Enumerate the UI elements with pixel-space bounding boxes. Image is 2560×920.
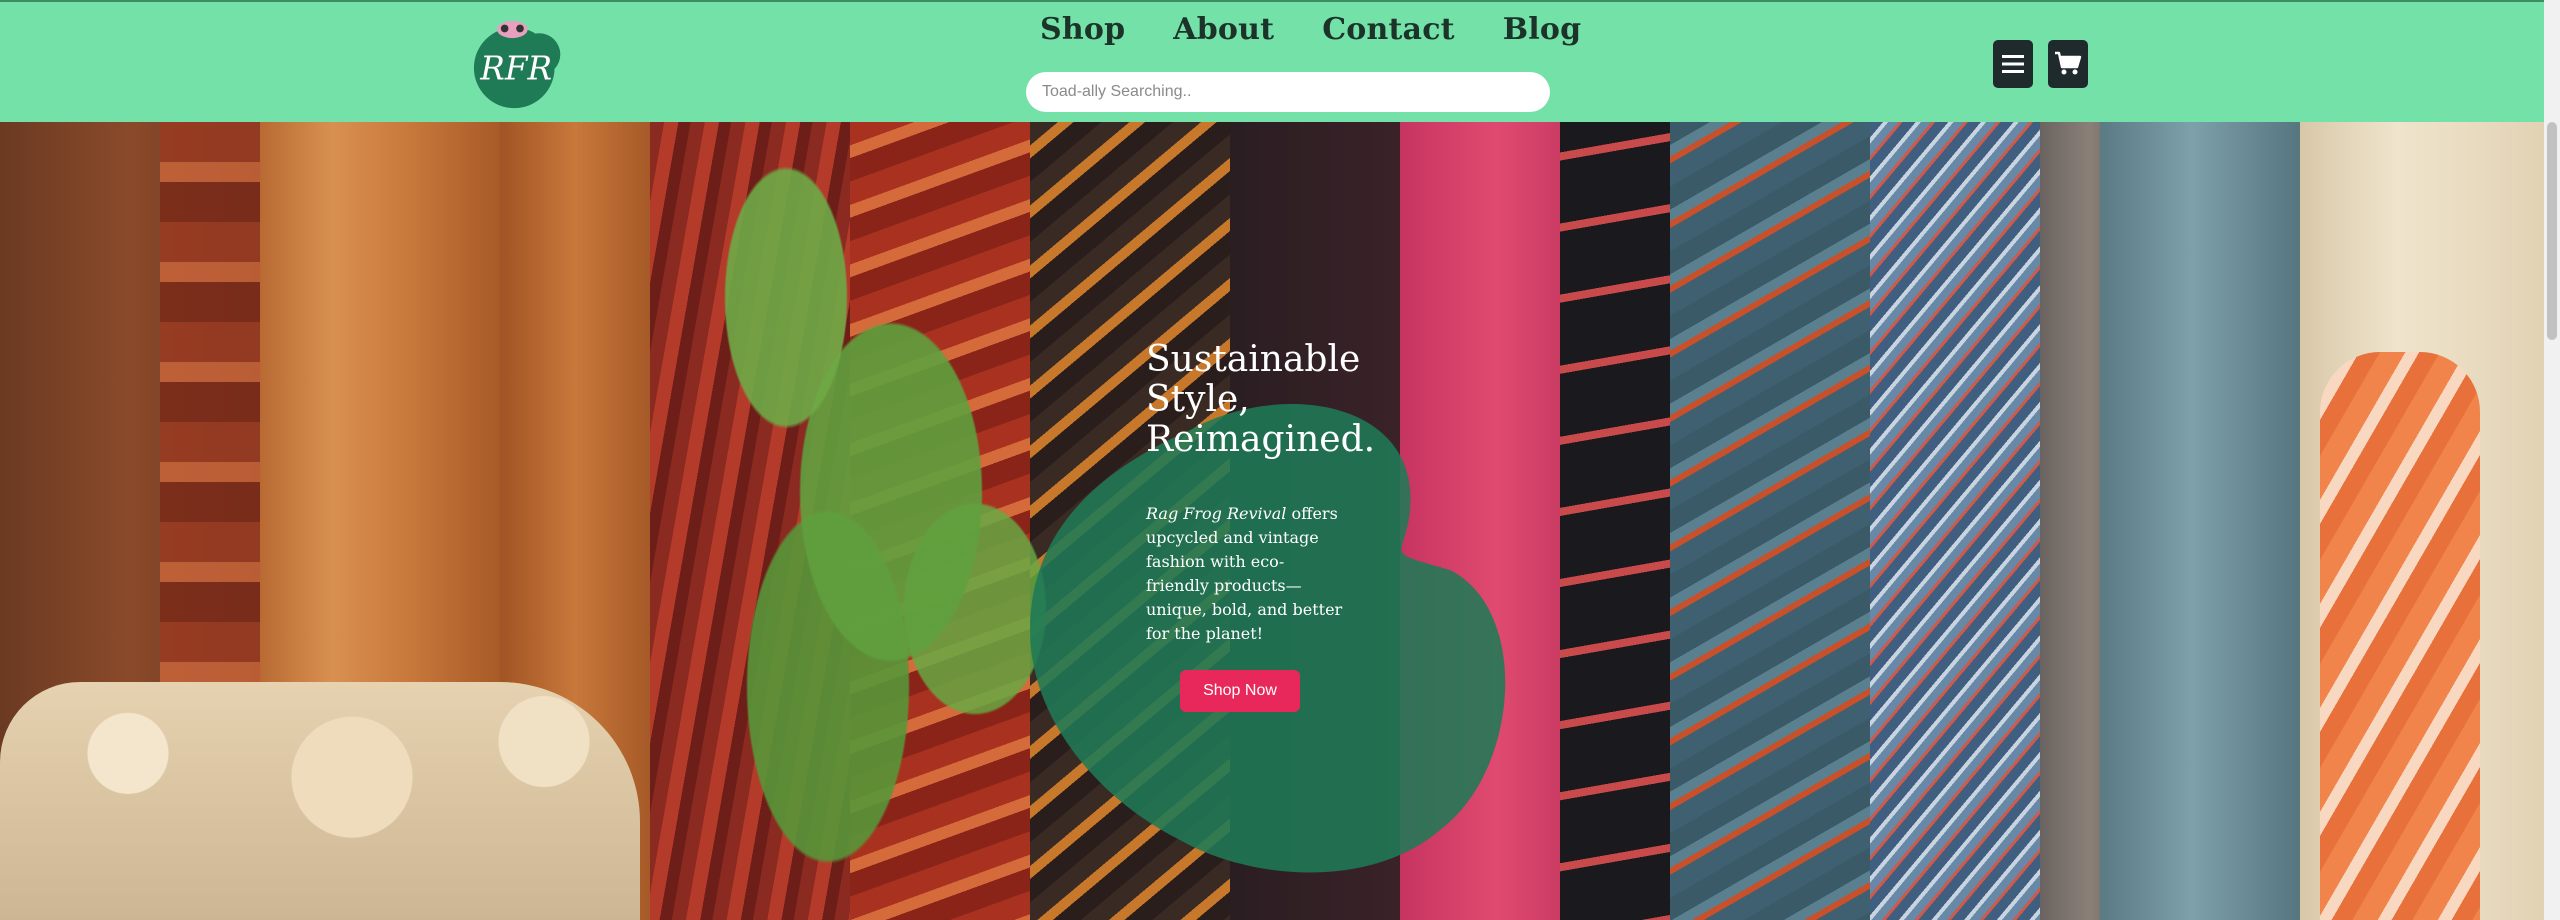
- scrollbar-thumb[interactable]: [2547, 122, 2557, 340]
- search-input[interactable]: [1026, 72, 1550, 112]
- page-scrollbar[interactable]: [2544, 0, 2560, 920]
- hero-description: Rag Frog Revival offers upcycled and vin…: [1146, 502, 1346, 646]
- nav-shop[interactable]: Shop: [1040, 12, 1125, 47]
- menu-button[interactable]: [1993, 40, 2033, 88]
- hero-photo-crochet: [0, 682, 640, 920]
- hero-photo-garment: [2100, 122, 2330, 920]
- hero-section: Sustainable Style, Reimagined. Rag Frog …: [0, 122, 2544, 920]
- nav-blog[interactable]: Blog: [1503, 12, 1582, 47]
- hero-title: Sustainable Style, Reimagined.: [1146, 339, 1376, 460]
- hero-photo-garment: [1670, 122, 1870, 920]
- cart-button[interactable]: [2048, 40, 2088, 88]
- nav-contact[interactable]: Contact: [1322, 12, 1455, 47]
- hero-photo-garment: [1560, 122, 1670, 920]
- site-header: RFR Shop About Contact Blog: [0, 0, 2560, 122]
- hero-photo-orange-dress: [2320, 352, 2480, 920]
- brand-name: Rag Frog Revival: [1146, 504, 1287, 523]
- hero-description-text: offers upcycled and vintage fashion with…: [1146, 504, 1343, 643]
- hero-photo-plant: [660, 142, 1080, 920]
- menu-icon: [2002, 55, 2024, 73]
- hero-photo-garment: [1870, 122, 2040, 920]
- logo-text: RFR: [479, 49, 552, 87]
- cart-icon: [2055, 51, 2082, 75]
- nav-about[interactable]: About: [1173, 12, 1274, 47]
- main-nav: Shop About Contact Blog: [1040, 12, 1581, 47]
- shop-now-button[interactable]: Shop Now: [1180, 670, 1300, 712]
- logo[interactable]: RFR: [471, 16, 569, 112]
